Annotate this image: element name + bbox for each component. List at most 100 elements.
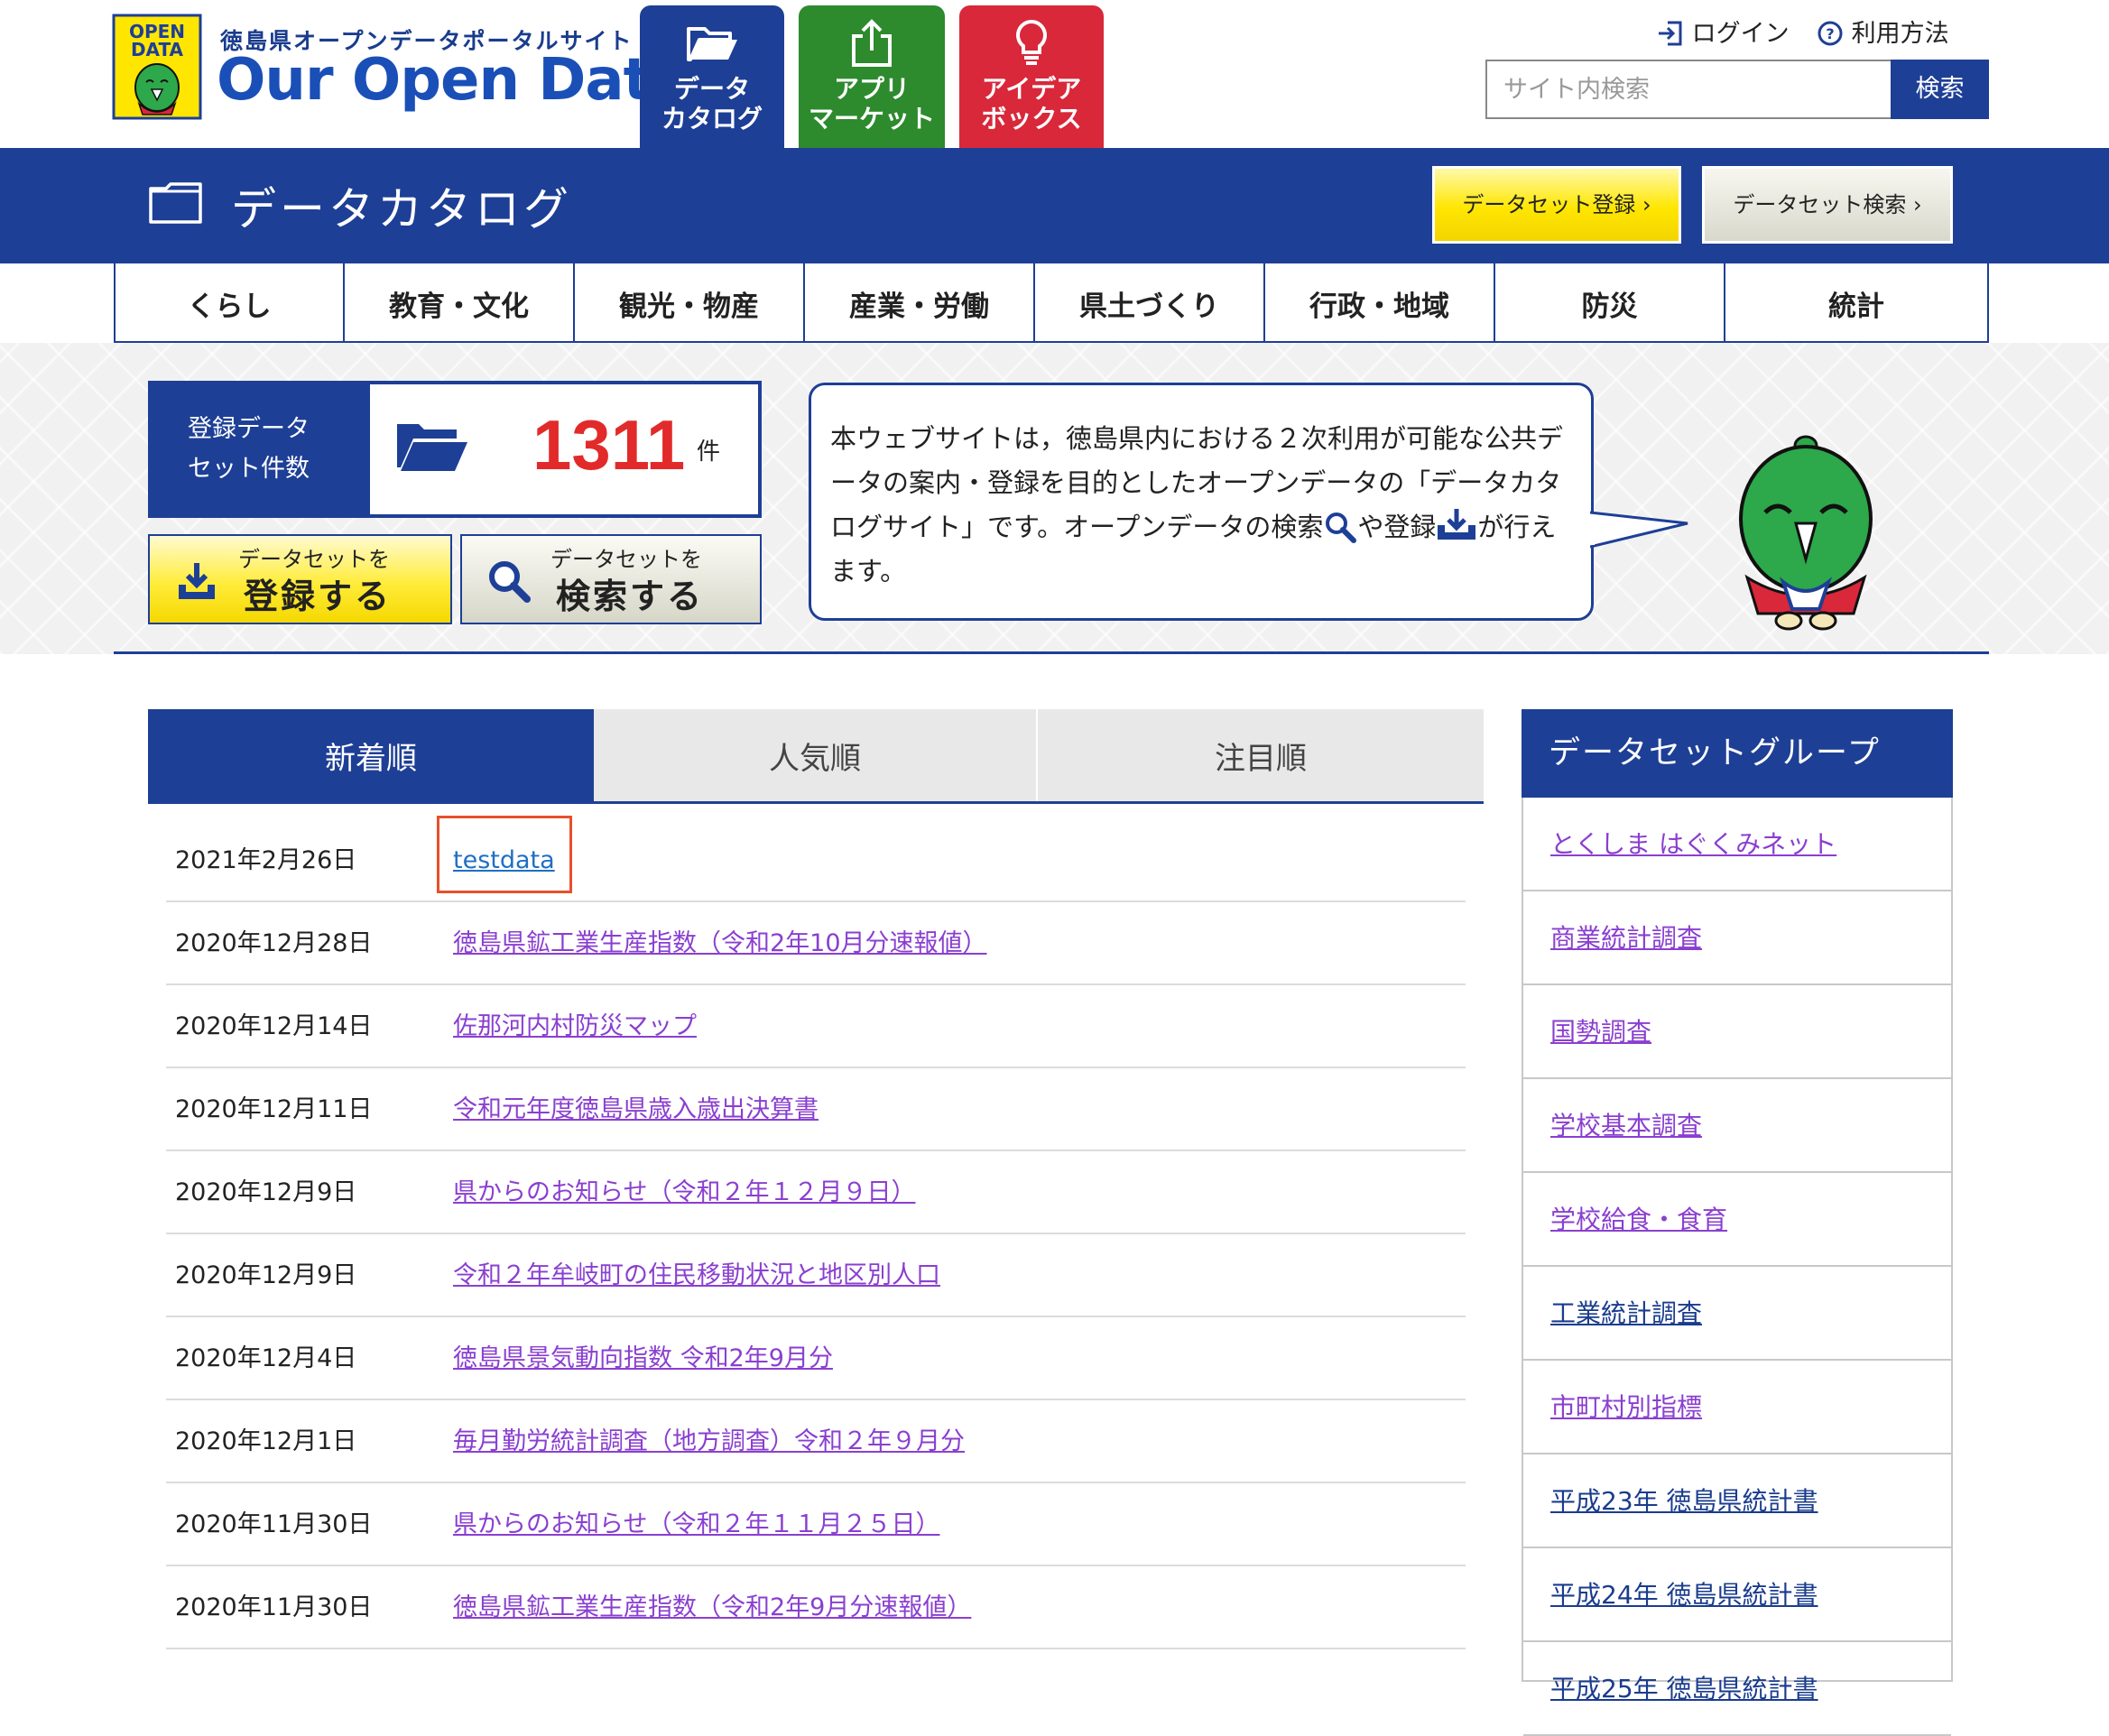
- table-row: 2020年12月14日 佐那河内村防災マップ: [166, 985, 1466, 1068]
- dataset-count-label: 登録データ セット件数: [148, 381, 370, 518]
- mascot-sudachi-kun: [1739, 435, 1873, 631]
- highlight-box: [437, 816, 572, 893]
- table-row: 2020年11月30日 徳島県鉱工業生産指数（令和2年9月分速報値）: [166, 1566, 1466, 1649]
- category-industry[interactable]: 産業・労働: [803, 263, 1033, 343]
- hero-search-big: 検索する: [556, 577, 705, 616]
- table-row: 2020年12月4日 徳島県景気動向指数 令和2年9月分: [166, 1317, 1466, 1400]
- group-link[interactable]: 市町村別指標: [1550, 1392, 1702, 1422]
- hero-search-button[interactable]: データセットを 検索する: [460, 534, 762, 624]
- dataset-date: 2020年12月9日: [175, 1261, 357, 1289]
- help-icon: ?: [1818, 21, 1843, 46]
- group-link[interactable]: 平成25年 徳島県統計書: [1550, 1674, 1818, 1704]
- dataset-link[interactable]: 県からのお知らせ（令和２年１２月９日）: [453, 1151, 915, 1234]
- list-item: 平成23年 徳島県統計書: [1523, 1454, 1951, 1548]
- category-land[interactable]: 県土づくり: [1033, 263, 1263, 343]
- dataset-link[interactable]: 徳島県鉱工業生産指数（令和2年9月分速報値）: [453, 1566, 971, 1649]
- nav-data-catalog[interactable]: データ カタログ: [640, 5, 784, 148]
- list-item: 平成25年 徳島県統計書: [1523, 1642, 1951, 1736]
- help-label: 利用方法: [1851, 20, 1949, 48]
- list-item: 国勢調査: [1523, 985, 1951, 1079]
- dataset-link[interactable]: 徳島県景気動向指数 令和2年9月分: [453, 1317, 833, 1400]
- tab-popular[interactable]: 人気順: [594, 709, 1038, 801]
- hero-divider: [114, 651, 1989, 654]
- table-row: 2020年12月11日 令和元年度徳島県歳入歳出決算書: [166, 1068, 1466, 1151]
- nav-label: データ カタログ: [661, 74, 763, 134]
- tab-featured[interactable]: 注目順: [1038, 709, 1484, 801]
- dataset-date: 2020年12月14日: [175, 1012, 373, 1040]
- list-item: 学校基本調査: [1523, 1079, 1951, 1173]
- dataset-count-value: 1311: [532, 405, 686, 485]
- login-label: ログイン: [1691, 20, 1790, 48]
- list-item: 学校給食・食育: [1523, 1173, 1951, 1267]
- group-link[interactable]: 商業統計調査: [1550, 923, 1702, 953]
- category-disaster[interactable]: 防災: [1494, 263, 1724, 343]
- category-kurashi[interactable]: くらし: [114, 263, 343, 343]
- table-row: 2020年11月30日 県からのお知らせ（令和２年１１月２５日）: [166, 1483, 1466, 1566]
- group-link[interactable]: 国勢調査: [1550, 1017, 1651, 1047]
- table-row: 2020年12月28日 徳島県鉱工業生産指数（令和2年10月分速報値）: [166, 902, 1466, 985]
- magnifier-icon: [489, 561, 531, 603]
- speech-bubble-tail: [1590, 511, 1688, 549]
- dataset-date: 2020年11月30日: [175, 1510, 373, 1538]
- dataset-group-list: とくしま はぐくみネット 商業統計調査 国勢調査 学校基本調査 学校給食・食育 …: [1523, 798, 1951, 1736]
- list-item: 商業統計調査: [1523, 891, 1951, 985]
- dataset-link[interactable]: 令和元年度徳島県歳入歳出決算書: [453, 1068, 819, 1151]
- site-search-button[interactable]: 検索: [1891, 60, 1989, 119]
- list-item: とくしま はぐくみネット: [1523, 798, 1951, 891]
- category-menu: くらし 教育・文化 観光・物産 産業・労働 県土づくり 行政・地域 防災 統計: [114, 263, 1989, 343]
- nav-label: アプリ マーケット: [808, 74, 935, 134]
- folder-open-icon: [687, 27, 737, 61]
- magnifier-icon: [1326, 512, 1357, 543]
- dataset-link[interactable]: 令和２年牟岐町の住民移動状況と地区別人口: [453, 1234, 940, 1317]
- svg-text:DATA: DATA: [131, 39, 184, 60]
- share-upload-icon: [852, 19, 892, 67]
- site-logo[interactable]: OPEN DATA: [112, 14, 202, 120]
- nav-app-market[interactable]: アプリ マーケット: [799, 5, 945, 148]
- table-row: 2021年2月26日 testdata: [166, 819, 1466, 902]
- dataset-count-unit: 件: [697, 439, 721, 466]
- intro-text-part2: や登録: [1357, 512, 1437, 542]
- dataset-date: 2020年12月9日: [175, 1178, 357, 1206]
- category-education[interactable]: 教育・文化: [343, 263, 573, 343]
- group-link[interactable]: 工業統計調査: [1550, 1298, 1702, 1328]
- folder-open-icon: [397, 424, 467, 471]
- dataset-search-button[interactable]: データセット検索 ›: [1702, 166, 1953, 244]
- site-title[interactable]: Our Open Data: [217, 47, 689, 114]
- group-link[interactable]: 学校給食・食育: [1550, 1205, 1727, 1234]
- help-link[interactable]: ? 利用方法: [1817, 14, 1949, 49]
- site-search-input[interactable]: [1485, 60, 1892, 119]
- table-row: 2020年12月9日 県からのお知らせ（令和２年１２月９日）: [166, 1151, 1466, 1234]
- dataset-date: 2020年12月1日: [175, 1427, 357, 1455]
- hero-register-big: 登録する: [244, 577, 393, 616]
- page-title: データカタログ: [231, 183, 572, 235]
- hero-register-button[interactable]: データセットを 登録する: [148, 534, 452, 624]
- dataset-register-button[interactable]: データセット登録 ›: [1432, 166, 1681, 244]
- group-link[interactable]: 平成24年 徳島県統計書: [1550, 1580, 1818, 1610]
- lightbulb-icon: [1016, 19, 1047, 65]
- dataset-link[interactable]: 佐那河内村防災マップ: [453, 985, 697, 1068]
- group-link[interactable]: 平成23年 徳島県統計書: [1550, 1486, 1818, 1516]
- table-row: 2020年12月9日 令和２年牟岐町の住民移動状況と地区別人口: [166, 1234, 1466, 1317]
- category-statistics[interactable]: 統計: [1724, 263, 1989, 343]
- tab-newest[interactable]: 新着順: [148, 709, 594, 801]
- dataset-date: 2020年12月11日: [175, 1095, 373, 1123]
- dataset-link[interactable]: 徳島県鉱工業生産指数（令和2年10月分速報値）: [453, 902, 987, 985]
- dataset-list: 2021年2月26日 testdata 2020年12月28日徳島県鉱工業生産指数…: [166, 819, 1466, 1649]
- category-administration[interactable]: 行政・地域: [1263, 263, 1494, 343]
- dataset-date: 2020年11月30日: [175, 1593, 373, 1621]
- dataset-link[interactable]: 毎月勤労統計調査（地方調査）令和２年９月分: [453, 1400, 965, 1483]
- list-item: 工業統計調査: [1523, 1267, 1951, 1361]
- download-tray-icon: [1438, 509, 1476, 540]
- nav-label: アイデア ボックス: [981, 74, 1082, 134]
- nav-idea-box[interactable]: アイデア ボックス: [959, 5, 1104, 148]
- table-row: 2020年12月1日 毎月勤労統計調査（地方調査）令和２年９月分: [166, 1400, 1466, 1483]
- category-tourism[interactable]: 観光・物産: [573, 263, 803, 343]
- login-link[interactable]: ログイン: [1657, 14, 1790, 49]
- svg-text:?: ?: [1826, 25, 1834, 42]
- group-link[interactable]: 学校基本調査: [1550, 1111, 1702, 1140]
- dataset-link[interactable]: 県からのお知らせ（令和２年１１月２５日）: [453, 1483, 939, 1566]
- dataset-date: 2020年12月28日: [175, 929, 373, 957]
- tab-underline: [148, 801, 1484, 804]
- group-link[interactable]: とくしま はぐくみネット: [1550, 829, 1836, 859]
- folder-icon: [149, 182, 202, 224]
